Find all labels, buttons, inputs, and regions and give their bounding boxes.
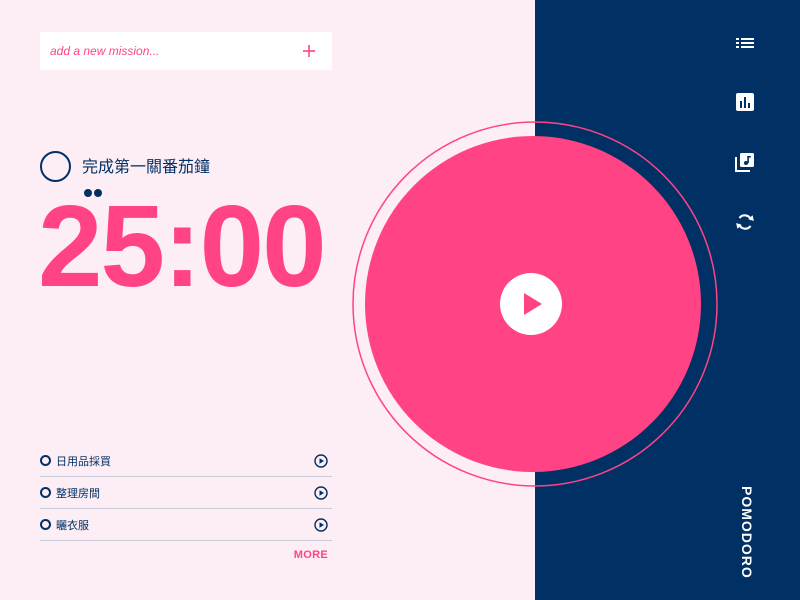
sync-icon[interactable] (735, 212, 755, 232)
play-circle-icon[interactable] (314, 486, 328, 500)
current-task-title: 完成第一關番茄鐘 (82, 157, 211, 176)
task-row[interactable]: 日用品採買 (40, 445, 332, 477)
task-checkbox[interactable] (40, 487, 51, 498)
task-checkbox[interactable] (40, 519, 51, 530)
task-label: 整理房間 (56, 487, 100, 500)
task-label: 曬衣服 (56, 519, 89, 532)
brand-label: POMODORO (739, 486, 755, 579)
bar-chart-icon[interactable] (735, 92, 755, 112)
add-mission-input[interactable] (50, 32, 290, 70)
list-icon[interactable] (735, 33, 755, 53)
task-list: 日用品採買 整理房間 曬衣服 MORE (40, 445, 332, 561)
task-label: 日用品採買 (56, 455, 111, 468)
play-icon (524, 293, 542, 315)
plus-icon[interactable] (300, 42, 318, 60)
app-brand: POMODORO (737, 486, 757, 579)
task-checkbox[interactable] (40, 455, 51, 466)
current-task-checkbox[interactable] (40, 151, 71, 182)
start-timer-button[interactable] (500, 273, 562, 335)
play-circle-icon[interactable] (314, 454, 328, 468)
more-link[interactable]: MORE (294, 549, 328, 561)
music-library-icon[interactable] (735, 152, 755, 172)
timer-display: 25:00 (38, 181, 327, 311)
task-row[interactable]: 曬衣服 (40, 509, 332, 541)
task-row[interactable]: 整理房間 (40, 477, 332, 509)
add-mission-box (40, 32, 332, 70)
play-circle-icon[interactable] (314, 518, 328, 532)
